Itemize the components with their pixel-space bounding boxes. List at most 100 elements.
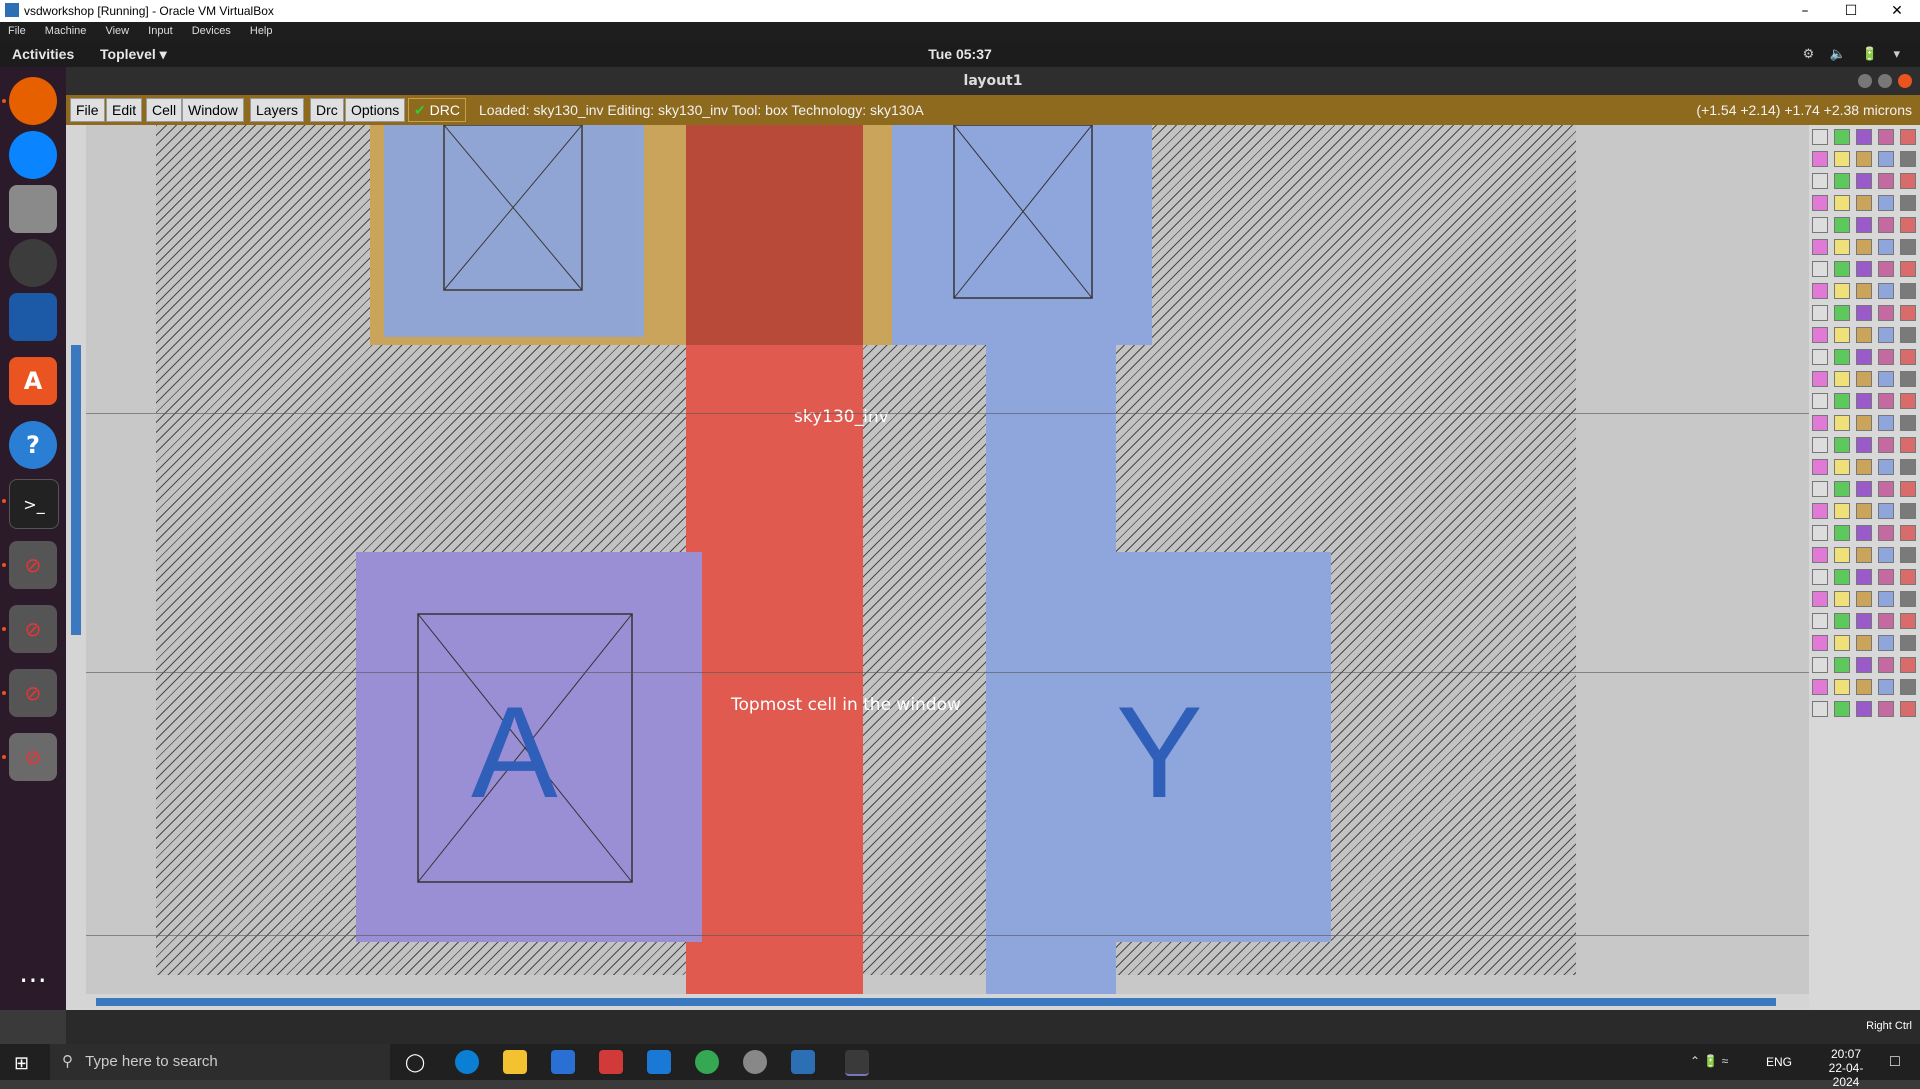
layer-swatch[interactable] — [1878, 415, 1894, 431]
layer-swatch[interactable] — [1856, 283, 1872, 299]
vbox-menu-machine[interactable]: Machine — [37, 22, 95, 37]
edge-icon[interactable] — [455, 1050, 479, 1074]
layer-swatch[interactable] — [1856, 547, 1872, 563]
blocked-app-icon[interactable]: ⊘ — [9, 669, 57, 717]
maximize-icon[interactable] — [1878, 74, 1892, 88]
virtualbox-icon[interactable] — [791, 1050, 815, 1074]
chrome-icon[interactable] — [695, 1050, 719, 1074]
layer-swatch[interactable] — [1900, 569, 1916, 585]
menu-edit[interactable]: Edit — [106, 98, 143, 122]
layer-swatch[interactable] — [1878, 151, 1894, 167]
vertical-scrollbar[interactable] — [66, 125, 86, 994]
layer-swatch[interactable] — [1856, 195, 1872, 211]
layer-swatch[interactable] — [1856, 635, 1872, 651]
lang-indicator[interactable]: ENG — [1766, 1055, 1792, 1069]
horizontal-scrollbar[interactable] — [66, 994, 1809, 1010]
thunderbird-icon[interactable] — [9, 131, 57, 179]
layer-swatch[interactable] — [1878, 305, 1894, 321]
layer-swatch[interactable] — [1834, 129, 1850, 145]
layer-swatch[interactable] — [1812, 679, 1828, 695]
layer-swatch[interactable] — [1900, 393, 1916, 409]
layer-swatch[interactable] — [1900, 437, 1916, 453]
layer-swatch[interactable] — [1812, 569, 1828, 585]
office-icon[interactable] — [599, 1050, 623, 1074]
close-icon[interactable] — [1898, 74, 1912, 88]
layer-swatch[interactable] — [1812, 305, 1828, 321]
layer-swatch[interactable] — [1812, 657, 1828, 673]
layer-swatch[interactable] — [1856, 679, 1872, 695]
vbox-menu-devices[interactable]: Devices — [184, 22, 239, 37]
layer-swatch[interactable] — [1812, 481, 1828, 497]
layer-swatch[interactable] — [1812, 129, 1828, 145]
layer-swatch[interactable] — [1834, 635, 1850, 651]
layer-swatch[interactable] — [1900, 459, 1916, 475]
layer-swatch[interactable] — [1878, 217, 1894, 233]
layer-swatch[interactable] — [1900, 239, 1916, 255]
layer-swatch[interactable] — [1812, 415, 1828, 431]
minimize-icon[interactable] — [1858, 74, 1872, 88]
layer-swatch[interactable] — [1834, 437, 1850, 453]
layer-swatch[interactable] — [1812, 195, 1828, 211]
layer-swatch[interactable] — [1812, 503, 1828, 519]
layer-swatch[interactable] — [1900, 481, 1916, 497]
layer-swatch[interactable] — [1856, 393, 1872, 409]
layer-swatch[interactable] — [1812, 459, 1828, 475]
layer-swatch[interactable] — [1812, 613, 1828, 629]
layer-swatch[interactable] — [1900, 283, 1916, 299]
layer-swatch[interactable] — [1812, 701, 1828, 717]
layer-swatch[interactable] — [1878, 239, 1894, 255]
layer-swatch[interactable] — [1834, 195, 1850, 211]
layer-swatch[interactable] — [1856, 437, 1872, 453]
layer-swatch[interactable] — [1834, 481, 1850, 497]
software-icon[interactable]: A — [9, 357, 57, 405]
vbox-menu-input[interactable]: Input — [140, 22, 180, 37]
layer-swatch[interactable] — [1856, 481, 1872, 497]
scrollbar-thumb[interactable] — [96, 998, 1776, 1006]
system-tray[interactable]: ⚙ 🔈 🔋 ▾ — [1803, 46, 1906, 62]
layer-swatch[interactable] — [1878, 283, 1894, 299]
layer-swatch[interactable] — [1834, 569, 1850, 585]
layer-swatch[interactable] — [1812, 239, 1828, 255]
layer-swatch[interactable] — [1878, 613, 1894, 629]
layer-swatch[interactable] — [1812, 349, 1828, 365]
layer-swatch[interactable] — [1900, 261, 1916, 277]
layer-swatch[interactable] — [1856, 591, 1872, 607]
layer-swatch[interactable] — [1900, 195, 1916, 211]
blocked-app-icon[interactable]: ⊘ — [9, 541, 57, 589]
menu-window[interactable]: Window — [182, 98, 244, 122]
apps-grid-icon[interactable]: ⋯ — [9, 955, 57, 1003]
layer-swatch[interactable] — [1856, 459, 1872, 475]
layer-swatch[interactable] — [1812, 635, 1828, 651]
menu-layers[interactable]: Layers — [250, 98, 305, 122]
blocked-app-icon[interactable]: ⊘ — [9, 605, 57, 653]
scrollbar-thumb[interactable] — [71, 345, 81, 635]
layer-swatch[interactable] — [1812, 173, 1828, 189]
layer-swatch[interactable] — [1812, 393, 1828, 409]
layer-swatch[interactable] — [1900, 349, 1916, 365]
layer-swatch[interactable] — [1878, 261, 1894, 277]
layer-swatch[interactable] — [1812, 547, 1828, 563]
layer-swatch[interactable] — [1878, 525, 1894, 541]
layer-swatch[interactable] — [1878, 657, 1894, 673]
menu-cell[interactable]: Cell — [146, 98, 183, 122]
layer-palette[interactable] — [1809, 125, 1920, 1010]
layer-swatch[interactable] — [1900, 701, 1916, 717]
layer-swatch[interactable] — [1812, 217, 1828, 233]
close-button[interactable]: ✕ — [1874, 0, 1920, 22]
layer-swatch[interactable] — [1878, 393, 1894, 409]
layer-swatch[interactable] — [1856, 569, 1872, 585]
layer-swatch[interactable] — [1812, 151, 1828, 167]
layer-swatch[interactable] — [1856, 173, 1872, 189]
menu-file[interactable]: File — [70, 98, 105, 122]
layer-swatch[interactable] — [1878, 679, 1894, 695]
layer-swatch[interactable] — [1900, 547, 1916, 563]
layer-swatch[interactable] — [1856, 657, 1872, 673]
layer-swatch[interactable] — [1900, 657, 1916, 673]
rhythmbox-icon[interactable] — [9, 239, 57, 287]
drc-toggle[interactable]: ✔ DRC — [408, 98, 466, 122]
layer-swatch[interactable] — [1878, 371, 1894, 387]
layer-swatch[interactable] — [1878, 437, 1894, 453]
terminal-icon[interactable]: >_ — [9, 479, 59, 529]
layer-swatch[interactable] — [1856, 217, 1872, 233]
app-icon[interactable] — [743, 1050, 767, 1074]
